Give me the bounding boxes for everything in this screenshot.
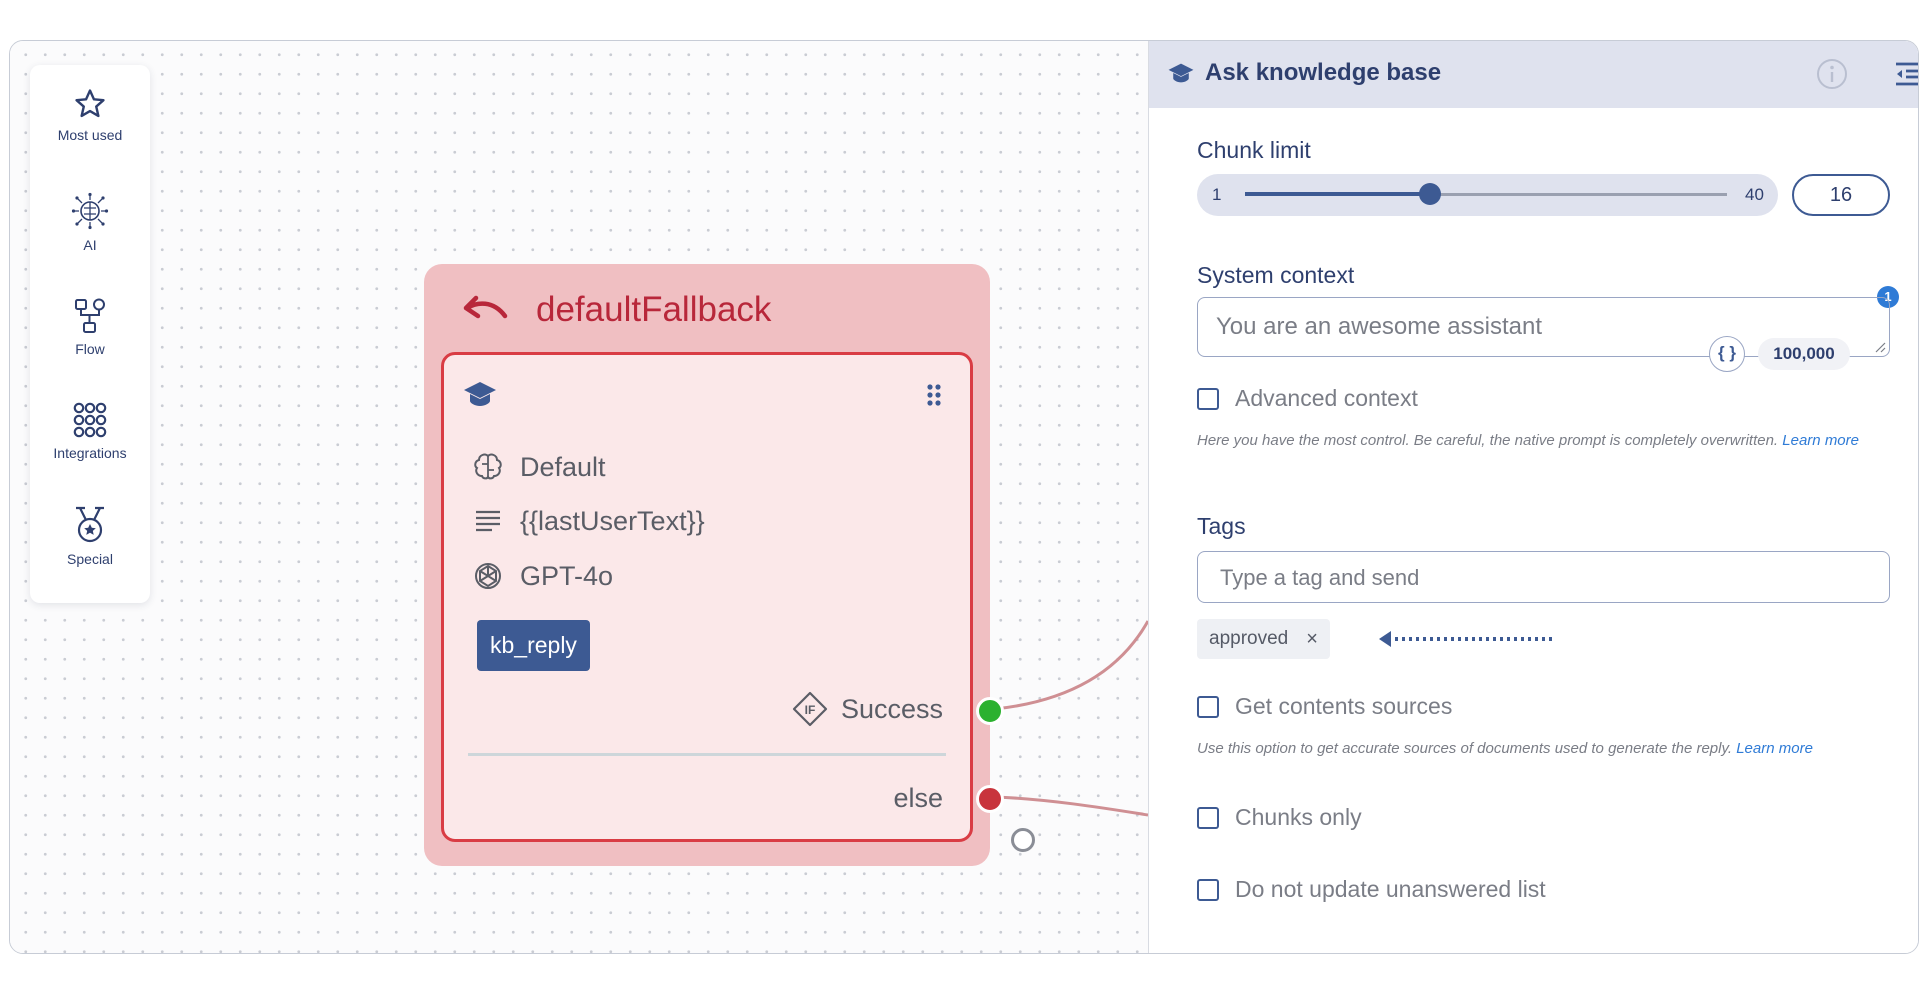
flow-canvas[interactable]: Most used AI Flow Integrations Special d… — [10, 41, 1148, 953]
system-context-label: System context — [1197, 262, 1355, 288]
else-label: else — [893, 783, 943, 813]
undo-arrow-icon — [463, 295, 508, 319]
toolbar-label: Most used — [57, 127, 123, 143]
chunk-limit-value[interactable]: 16 — [1792, 174, 1890, 216]
get-sources-checkbox[interactable]: Get contents sources — [1197, 693, 1452, 720]
output-port-empty[interactable] — [1011, 828, 1035, 852]
checkbox-box[interactable] — [1197, 695, 1219, 718]
node-row-llm: GPT-4o — [472, 560, 613, 592]
node-row-text: {{lastUserText}} — [520, 505, 705, 536]
toolbar-ai[interactable]: AI — [30, 191, 150, 279]
panel-header: Ask knowledge base — [1149, 41, 1919, 108]
checkbox-label: Do not update unanswered list — [1235, 876, 1546, 902]
chunks-only-checkbox[interactable]: Chunks only — [1197, 804, 1362, 831]
system-context-placeholder: You are an awesome assistant — [1216, 313, 1542, 340]
chunk-limit-slider[interactable]: 1 40 — [1197, 174, 1778, 216]
tag-chip-approved: approved × — [1197, 619, 1330, 659]
node-row-model-config: Default — [472, 451, 606, 483]
toolbar-flow[interactable]: Flow — [30, 297, 150, 385]
resize-handle-icon[interactable] — [1874, 341, 1886, 353]
success-port[interactable] — [976, 697, 1004, 725]
drag-handle-icon[interactable] — [926, 383, 942, 407]
properties-panel: Ask knowledge base Chunk limit 1 40 16 S… — [1148, 41, 1919, 953]
checkbox-box[interactable] — [1197, 878, 1219, 901]
success-label: Success — [840, 693, 943, 724]
slider-fill — [1245, 192, 1431, 196]
tags-input[interactable] — [1218, 564, 1862, 592]
checkbox-label: Get contents sources — [1235, 693, 1453, 719]
help-text: Use this option to get accurate sources … — [1197, 740, 1733, 757]
brain-icon — [474, 453, 502, 480]
node-row-text: GPT-4o — [520, 560, 614, 591]
if-condition-icon: IF — [792, 691, 828, 727]
char-limit-counter: 100,000 — [1758, 338, 1850, 370]
graduation-cap-icon — [464, 382, 496, 406]
text-lines-icon — [476, 510, 500, 532]
learn-more-link[interactable]: Learn more — [1782, 432, 1859, 449]
grid-dots-icon — [73, 402, 107, 438]
remove-tag-icon[interactable]: × — [1306, 628, 1318, 651]
get-sources-help: Use this option to get accurate sources … — [1197, 737, 1897, 760]
node-toolbar: Most used AI Flow Integrations Special — [30, 65, 150, 603]
toolbar-label: Flow — [75, 341, 105, 357]
else-connection-line — [994, 795, 1148, 817]
knowledge-base-block[interactable]: Default {{lastUserText}} GPT-4o kb_reply… — [441, 352, 973, 842]
system-context-textarea[interactable]: You are an awesome assistant { } 100,000 — [1197, 297, 1890, 372]
collapse-panel-icon[interactable] — [1893, 59, 1919, 89]
advanced-context-help: Here you have the most control. Be caref… — [1197, 429, 1897, 452]
graduation-cap-icon — [1168, 63, 1194, 83]
slider-max-label: 40 — [1745, 185, 1764, 204]
checkbox-label: Advanced context — [1235, 385, 1418, 411]
node-row-text: Default — [520, 451, 606, 482]
node-title: defaultFallback — [536, 290, 772, 329]
checkbox-label: Chunks only — [1235, 804, 1362, 830]
toolbar-label: Integrations — [53, 445, 127, 461]
flow-icon — [75, 298, 105, 333]
help-text: Here you have the most control. Be caref… — [1197, 432, 1779, 449]
branch-divider — [468, 753, 946, 756]
checkbox-box[interactable] — [1197, 806, 1219, 829]
brain-circuit-icon — [71, 192, 109, 230]
success-connection-line — [994, 620, 1148, 711]
tags-input-field[interactable] — [1197, 551, 1890, 603]
medal-icon — [76, 506, 104, 543]
success-branch: IF Success — [791, 690, 943, 728]
openai-icon — [475, 563, 501, 589]
svg-text:IF: IF — [805, 703, 816, 717]
node-row-input-text: {{lastUserText}} — [472, 505, 705, 537]
slider-thumb[interactable] — [1419, 183, 1442, 205]
advanced-context-checkbox[interactable]: Advanced context — [1197, 385, 1418, 412]
variable-insert-icon[interactable]: { } — [1709, 336, 1745, 372]
checkbox-box[interactable] — [1197, 387, 1219, 410]
toolbar-label: AI — [83, 237, 97, 253]
info-icon[interactable] — [1815, 57, 1849, 91]
node-tag-chip: kb_reply — [477, 620, 590, 671]
toolbar-label: Special — [67, 551, 113, 567]
app-frame: Most used AI Flow Integrations Special d… — [9, 40, 1919, 954]
slider-min-label: 1 — [1212, 185, 1222, 204]
tag-chip-label: approved — [1209, 628, 1289, 649]
tags-label: Tags — [1197, 513, 1246, 539]
star-icon — [75, 89, 105, 118]
toolbar-special[interactable]: Special — [30, 505, 150, 593]
pointer-arrow-icon — [1379, 631, 1553, 647]
else-port[interactable] — [976, 785, 1004, 813]
toolbar-most-used[interactable]: Most used — [30, 87, 150, 175]
fallback-node[interactable]: defaultFallback Default {{lastUserText}}… — [424, 264, 990, 866]
no-update-unanswered-checkbox[interactable]: Do not update unanswered list — [1197, 876, 1546, 903]
panel-title: Ask knowledge base — [1205, 59, 1442, 86]
toolbar-integrations[interactable]: Integrations — [30, 401, 150, 489]
learn-more-link[interactable]: Learn more — [1736, 740, 1813, 757]
chunk-limit-label: Chunk limit — [1197, 137, 1311, 163]
